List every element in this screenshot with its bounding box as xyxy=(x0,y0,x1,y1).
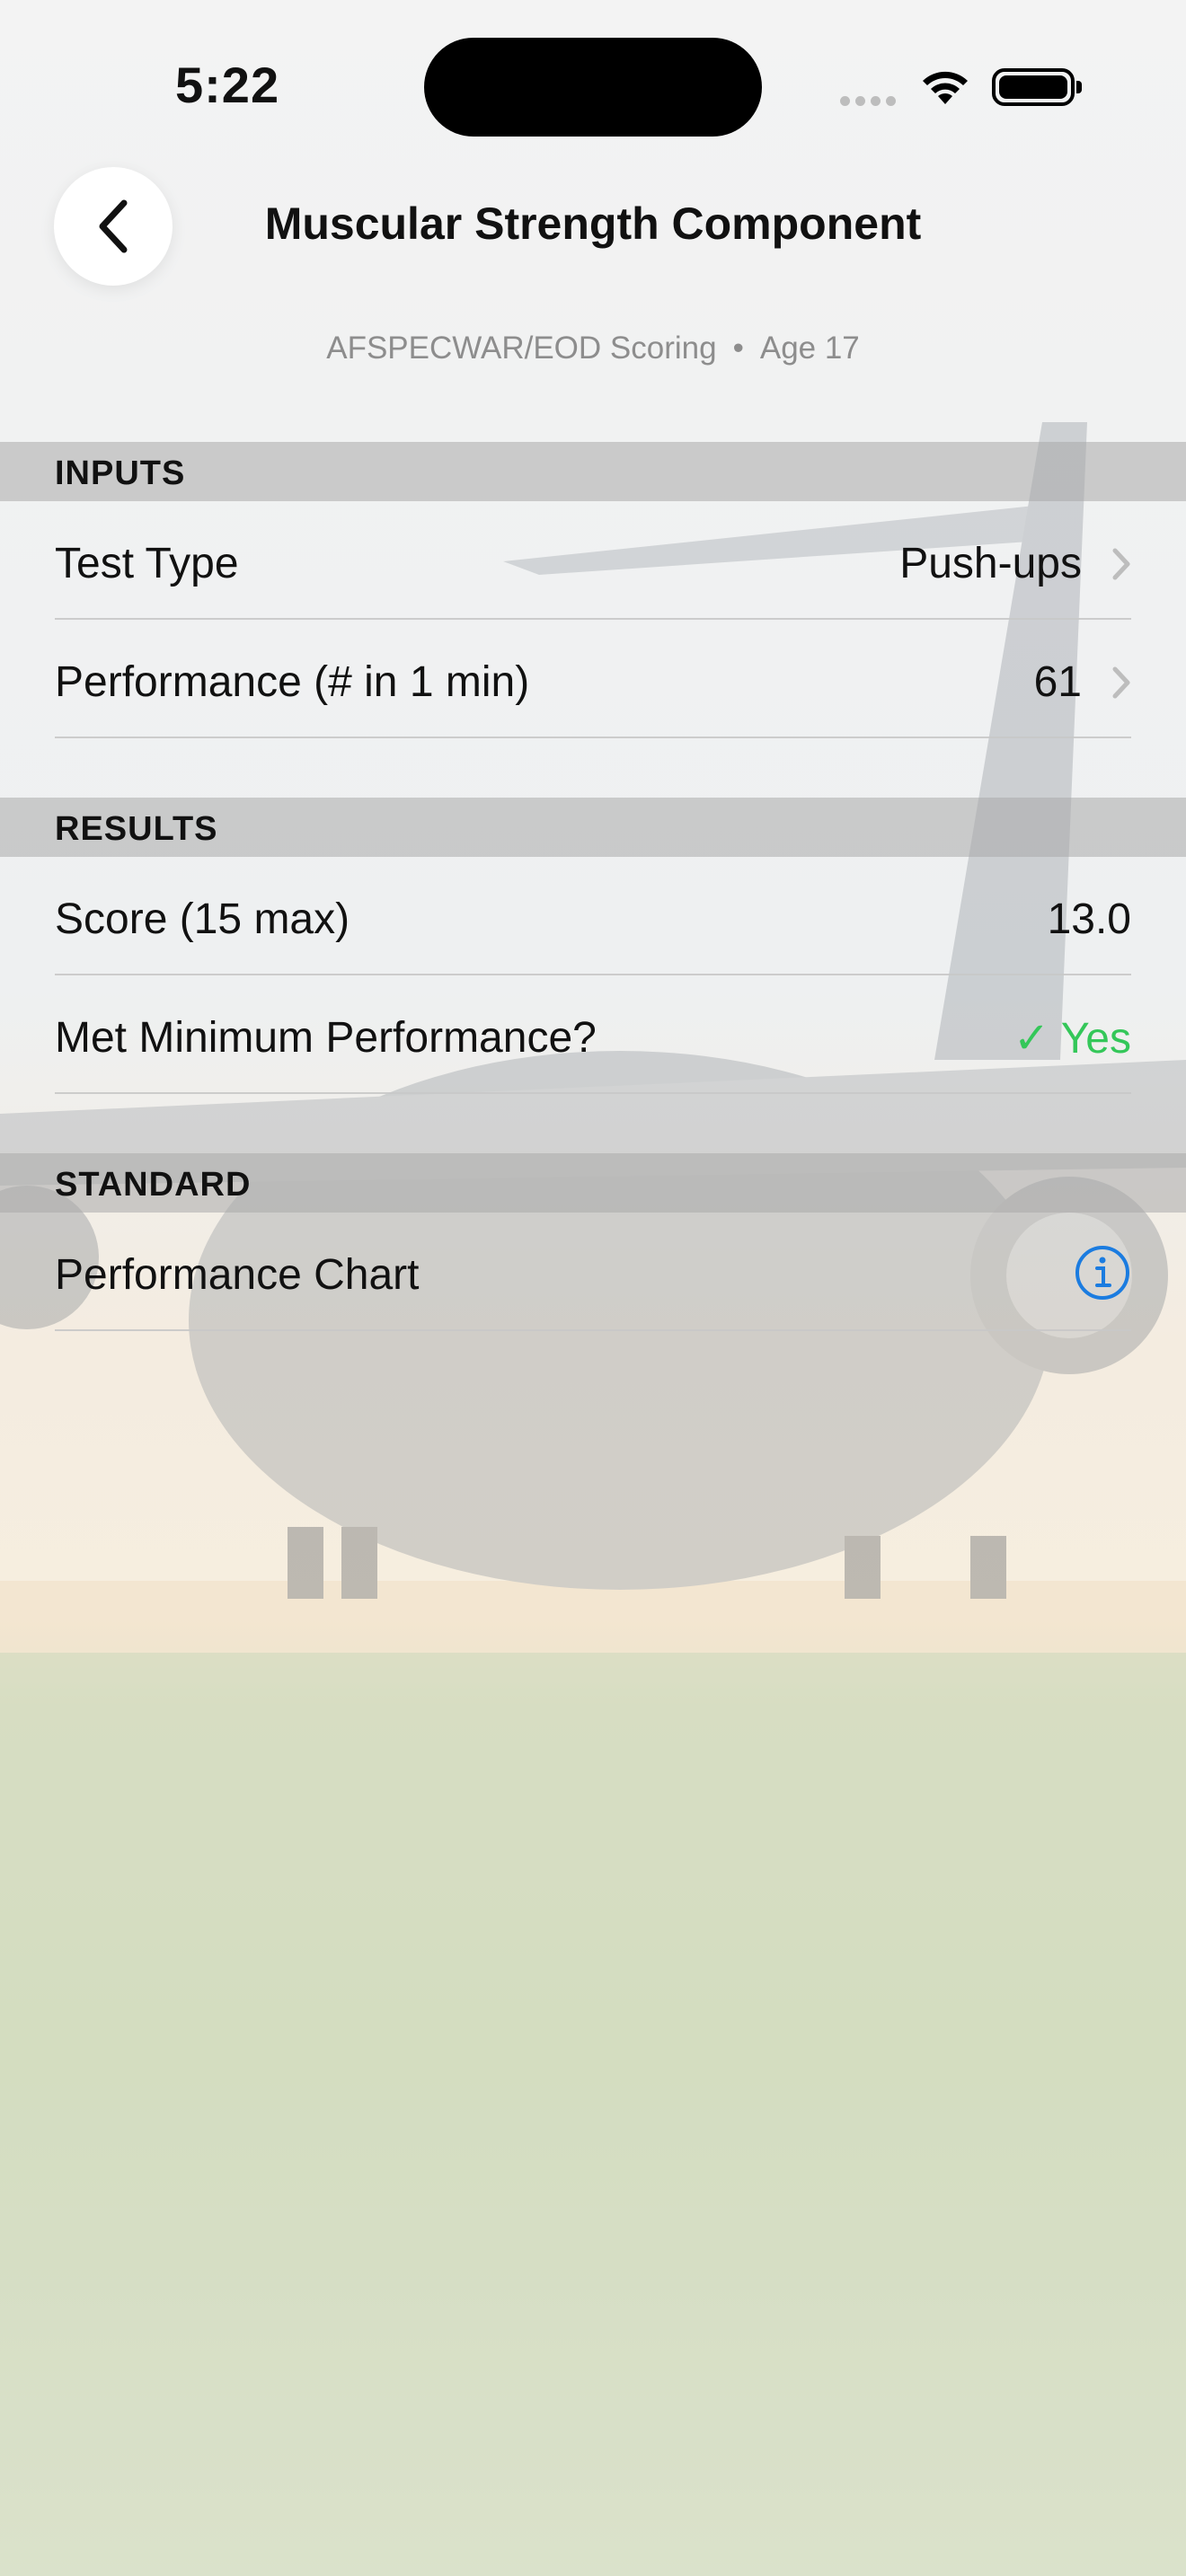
performance-chart-row[interactable]: Performance Chart xyxy=(55,1213,1131,1331)
section-header-inputs: INPUTS xyxy=(0,442,1186,501)
test-type-row[interactable]: Test Type Push-ups xyxy=(55,501,1131,620)
performance-value: 61 xyxy=(1033,658,1082,706)
section-title-inputs: INPUTS xyxy=(55,454,186,492)
status-time: 5:22 xyxy=(175,57,280,113)
screen: 5:22 Muscular Strength Component AFSPECW… xyxy=(0,0,1186,2576)
chevron-right-icon xyxy=(1112,548,1130,580)
score-row: Score (15 max) 13.0 xyxy=(55,857,1131,975)
met-minimum-row: Met Minimum Performance? ✓ Yes xyxy=(55,975,1131,1094)
info-icon[interactable] xyxy=(1074,1244,1131,1301)
test-type-value: Push-ups xyxy=(899,540,1082,587)
page-title: Muscular Strength Component xyxy=(264,198,922,249)
met-minimum-value: ✓ Yes xyxy=(1013,1013,1131,1063)
page-subtitle: AFSPECWAR/EOD Scoring • Age 17 xyxy=(0,331,1186,366)
section-title-results: RESULTS xyxy=(55,810,218,848)
cellular-signal-icon xyxy=(840,94,901,110)
subtitle-separator: • xyxy=(732,331,744,366)
met-minimum-label: Met Minimum Performance? xyxy=(55,1014,597,1062)
dynamic-island xyxy=(424,38,762,137)
score-value: 13.0 xyxy=(1047,895,1131,943)
checkmark-icon: ✓ xyxy=(1013,1015,1050,1063)
status-bar: 5:22 xyxy=(0,0,1186,171)
performance-row[interactable]: Performance (# in 1 min) 61 xyxy=(55,620,1131,738)
score-label: Score (15 max) xyxy=(55,895,350,943)
met-minimum-answer: Yes xyxy=(1060,1015,1131,1063)
test-type-label: Test Type xyxy=(55,540,239,587)
section-header-standard: STANDARD xyxy=(0,1153,1186,1213)
performance-chart-label: Performance Chart xyxy=(55,1251,420,1299)
back-chevron-icon xyxy=(99,199,128,253)
performance-label: Performance (# in 1 min) xyxy=(55,658,530,706)
wifi-icon xyxy=(923,71,968,104)
back-button[interactable] xyxy=(54,167,173,286)
battery-icon xyxy=(992,68,1082,106)
chevron-right-icon xyxy=(1112,666,1130,699)
section-title-standard: STANDARD xyxy=(55,1166,252,1204)
section-header-results: RESULTS xyxy=(0,798,1186,857)
scoring-label: AFSPECWAR/EOD Scoring xyxy=(326,331,717,366)
age-label: Age 17 xyxy=(759,331,860,366)
